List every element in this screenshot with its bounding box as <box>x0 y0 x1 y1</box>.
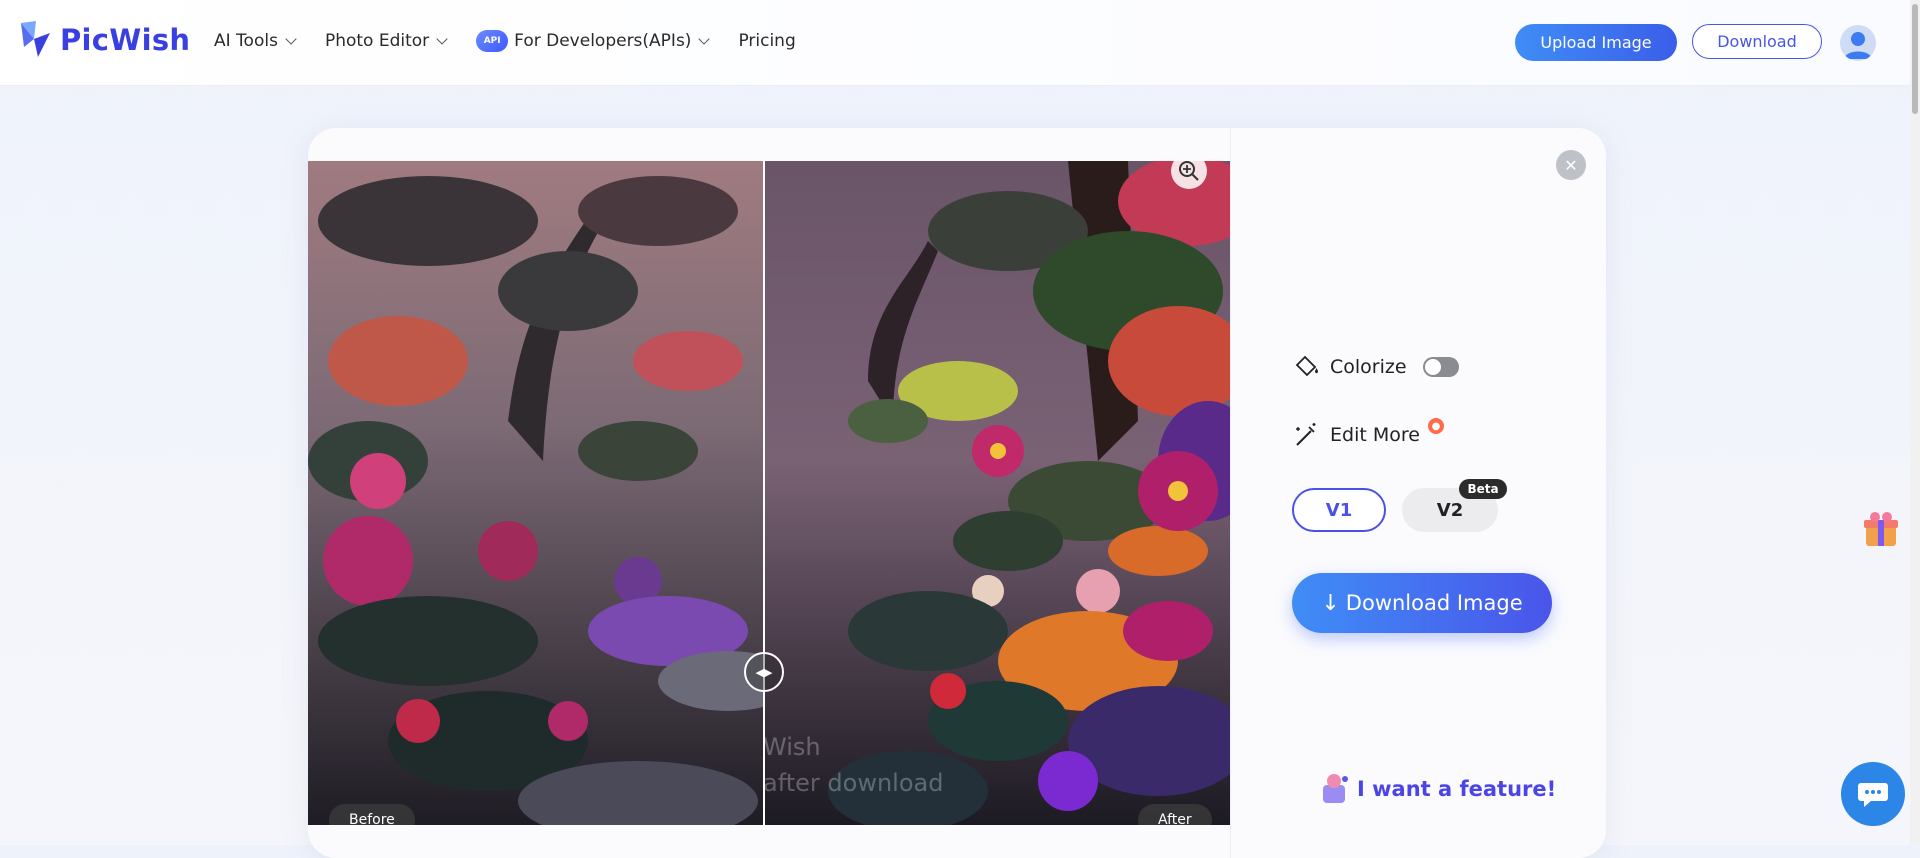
main-nav: AI Tools Photo Editor API For Developers… <box>214 30 826 52</box>
download-image-label: Download Image <box>1345 591 1523 615</box>
arrow-down-icon: ↓ <box>1321 590 1340 616</box>
chat-bubble-icon <box>1858 783 1888 807</box>
nav-ai-tools[interactable]: AI Tools <box>214 31 297 51</box>
colorize-label: Colorize <box>1330 356 1407 378</box>
nav-pricing-label: Pricing <box>738 31 796 51</box>
picwish-logo[interactable]: PicWish <box>18 19 190 61</box>
upload-image-button[interactable]: Upload Image <box>1515 24 1677 61</box>
watermark-line2: after download <box>763 769 944 797</box>
beta-badge: Beta <box>1459 479 1507 499</box>
before-image <box>308 161 763 825</box>
top-navbar: PicWish AI Tools Photo Editor API For De… <box>0 0 1910 86</box>
compare-divider <box>763 161 765 825</box>
zoom-in-icon <box>1179 161 1199 181</box>
feature-label: I want a feature! <box>1357 777 1557 801</box>
nav-photo-editor[interactable]: Photo Editor <box>324 31 448 51</box>
after-label: After <box>1138 804 1212 825</box>
version-v1-button[interactable]: V1 <box>1292 488 1386 532</box>
compare-slider-handle[interactable]: ◀▶ <box>744 652 784 692</box>
picwish-logo-icon <box>21 21 50 57</box>
close-icon: ✕ <box>1564 155 1578 175</box>
feature-mascot-icon <box>1323 774 1348 803</box>
colorize-toggle[interactable] <box>1422 357 1459 377</box>
watermark-line1: Wish <box>763 733 821 761</box>
watermark: Wish after download <box>763 729 943 801</box>
user-avatar-icon <box>1844 32 1872 59</box>
chevron-down-icon <box>698 32 711 45</box>
chevron-down-icon <box>285 32 297 45</box>
arrows-left-right-icon: ◀▶ <box>755 665 773 679</box>
edit-more-row[interactable]: Edit More ● <box>1292 418 1444 449</box>
chat-button[interactable] <box>1841 762 1905 826</box>
gift-icon <box>1864 512 1898 546</box>
download-image-button[interactable]: ↓ Download Image <box>1292 573 1552 633</box>
scrollbar-thumb[interactable] <box>1912 4 1918 114</box>
page-scrollbar[interactable] <box>1910 0 1920 845</box>
download-button[interactable]: Download <box>1692 24 1822 59</box>
hot-fire-icon: ● <box>1427 418 1444 434</box>
before-after-viewer[interactable]: ◀▶ Wish after download Before After <box>308 161 1230 825</box>
colorize-row: Colorize <box>1292 353 1459 381</box>
nav-developers-label: For Developers(APIs) <box>514 31 692 51</box>
feature-request-link[interactable]: I want a feature! <box>1317 771 1556 807</box>
nav-pricing[interactable]: Pricing <box>738 31 795 51</box>
before-image-clip <box>308 161 763 825</box>
before-label: Before <box>329 804 415 825</box>
avatar[interactable] <box>1840 25 1876 61</box>
logo-text: PicWish <box>60 23 191 57</box>
chevron-down-icon <box>436 32 448 45</box>
api-cloud-icon: API <box>476 30 509 52</box>
close-button[interactable]: ✕ <box>1556 150 1586 180</box>
edit-more-label: Edit More <box>1330 424 1420 446</box>
toggle-knob <box>1424 359 1441 375</box>
magic-wand-icon <box>1296 423 1316 446</box>
nav-ai-tools-label: AI Tools <box>214 31 278 51</box>
gift-promo[interactable] <box>1860 508 1902 550</box>
nav-developers[interactable]: API For Developers(APIs) <box>476 30 711 52</box>
nav-photo-editor-label: Photo Editor <box>324 31 430 51</box>
paint-bucket-icon <box>1295 355 1318 377</box>
